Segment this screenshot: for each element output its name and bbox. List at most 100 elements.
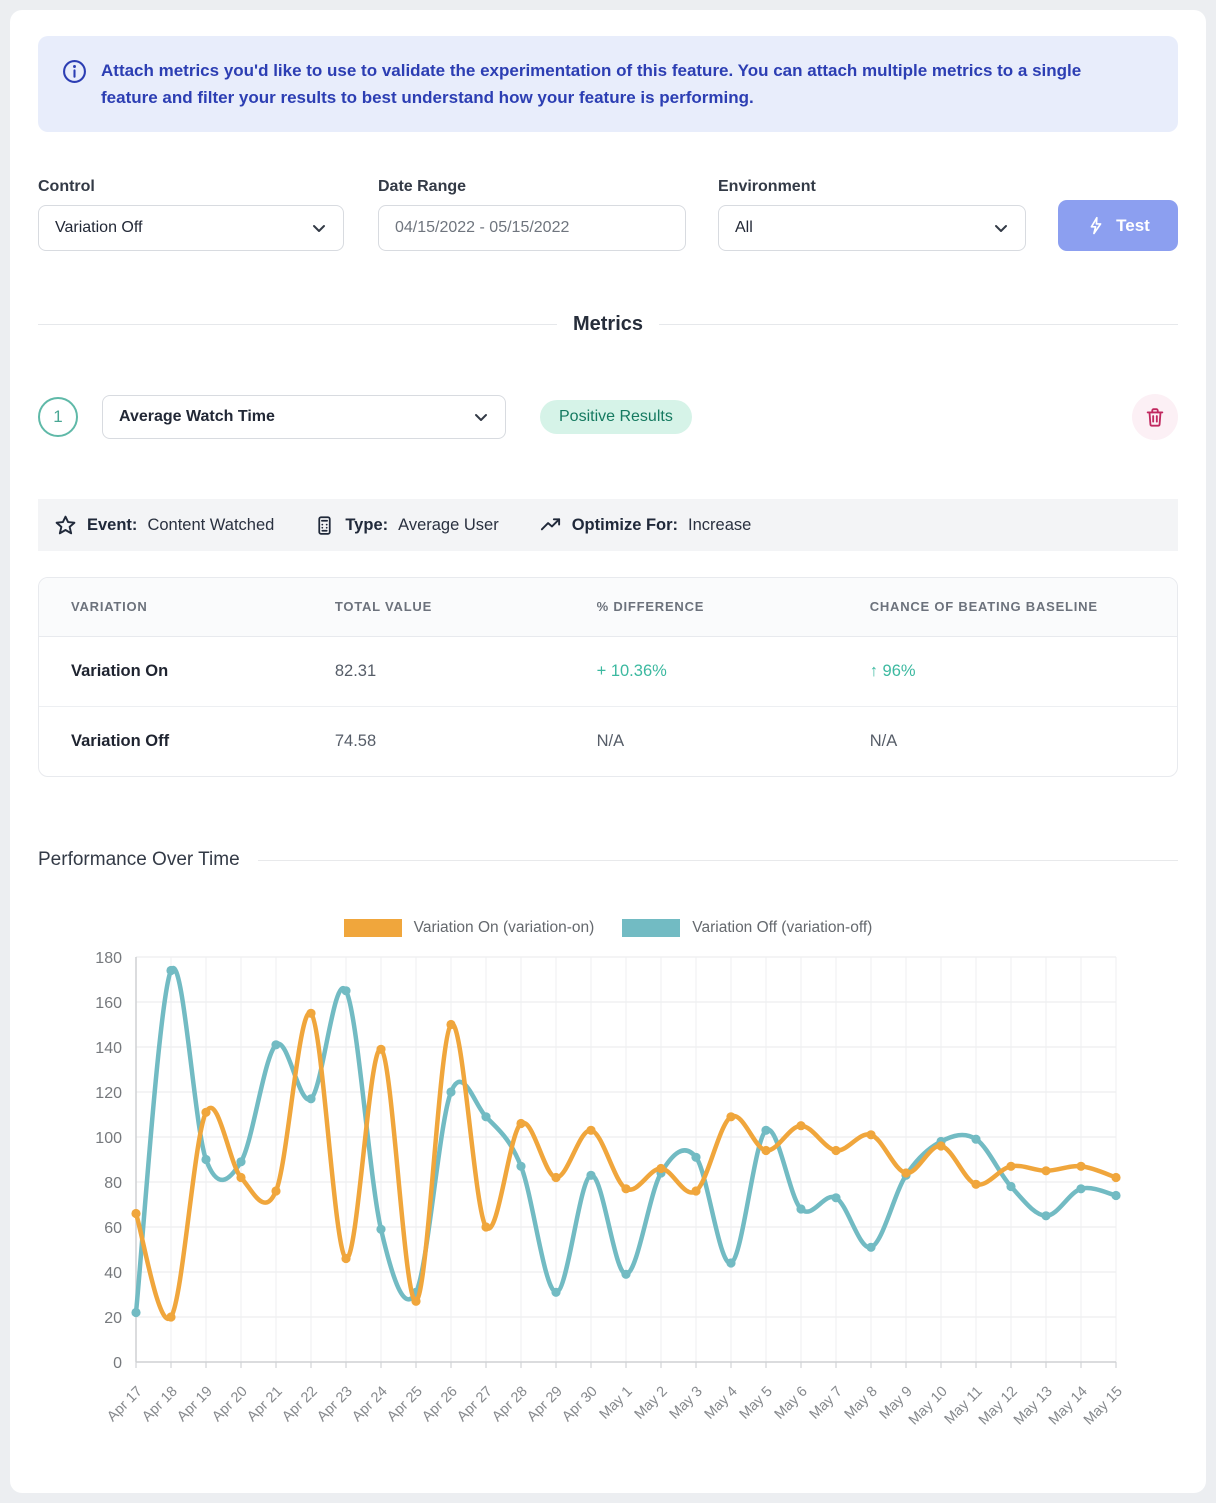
metric-select[interactable]: Average Watch Time	[102, 395, 506, 439]
trash-icon	[1144, 406, 1166, 428]
table-row: Variation Off 74.58 N/A N/A	[39, 706, 1177, 776]
svg-text:May 4: May 4	[702, 1384, 741, 1423]
variation-results-table: VARIATION TOTAL VALUE % DIFFERENCE CHANC…	[38, 577, 1178, 777]
svg-text:Apr 25: Apr 25	[384, 1384, 426, 1426]
col-total-value: TOTAL VALUE	[335, 578, 597, 636]
control-select[interactable]: Variation Off	[38, 205, 344, 251]
divider-line	[659, 324, 1178, 325]
svg-text:May 10: May 10	[906, 1384, 951, 1429]
event-value: Content Watched	[147, 516, 274, 535]
trending-up-icon	[539, 514, 562, 537]
total-value: 74.58	[335, 706, 597, 776]
type-label: Type:	[345, 516, 388, 535]
chance-value: N/A	[870, 706, 1177, 776]
svg-text:120: 120	[95, 1085, 122, 1102]
type-detail: Type: Average User	[314, 515, 498, 536]
variation-name: Variation Off	[39, 706, 335, 776]
star-icon	[54, 514, 77, 537]
svg-text:May 3: May 3	[667, 1384, 706, 1423]
optimize-value: Increase	[688, 516, 751, 535]
svg-text:May 2: May 2	[632, 1384, 671, 1423]
svg-text:160: 160	[95, 995, 122, 1012]
svg-text:May 15: May 15	[1081, 1384, 1126, 1429]
svg-text:Apr 19: Apr 19	[174, 1384, 216, 1426]
metric-selected-value: Average Watch Time	[119, 408, 275, 426]
optimize-detail: Optimize For: Increase	[539, 514, 752, 537]
info-icon	[62, 59, 87, 84]
legend-swatch-teal	[622, 919, 680, 937]
svg-text:60: 60	[104, 1220, 122, 1237]
svg-text:0: 0	[113, 1355, 122, 1372]
table-header-row: VARIATION TOTAL VALUE % DIFFERENCE CHANC…	[39, 578, 1177, 636]
svg-text:180: 180	[95, 950, 122, 967]
divider-line	[38, 324, 557, 325]
svg-text:Apr 24: Apr 24	[349, 1384, 391, 1426]
legend-swatch-orange	[344, 919, 402, 937]
environment-selected-value: All	[735, 219, 753, 237]
svg-text:May 7: May 7	[807, 1384, 846, 1423]
environment-select[interactable]: All	[718, 205, 1026, 251]
svg-text:Apr 28: Apr 28	[489, 1384, 531, 1426]
difference-value: N/A	[597, 706, 870, 776]
svg-text:May 5: May 5	[737, 1384, 776, 1423]
svg-text:Apr 29: Apr 29	[524, 1384, 566, 1426]
test-button[interactable]: Test	[1058, 200, 1178, 251]
svg-text:Apr 26: Apr 26	[419, 1384, 461, 1426]
svg-text:40: 40	[104, 1265, 122, 1282]
feature-metrics-panel: Attach metrics you'd like to use to vali…	[10, 10, 1206, 1493]
legend-item-variation-on: Variation On (variation-on)	[344, 919, 595, 937]
date-range-value: 04/15/2022 - 05/15/2022	[395, 219, 569, 237]
svg-text:20: 20	[104, 1310, 122, 1327]
svg-text:140: 140	[95, 1040, 122, 1057]
svg-text:May 6: May 6	[772, 1384, 811, 1423]
performance-title: Performance Over Time	[38, 849, 240, 871]
performance-chart: 020406080100120140160180Apr 17Apr 18Apr …	[38, 943, 1178, 1453]
table-row: Variation On 82.31 + 10.36% ↑ 96%	[39, 636, 1177, 706]
optimize-label: Optimize For:	[572, 516, 678, 535]
metric-index-badge: 1	[38, 397, 78, 437]
control-selected-value: Variation Off	[55, 219, 142, 237]
metric-details-strip: Event: Content Watched Type: Average Use…	[38, 499, 1178, 551]
date-range-label: Date Range	[378, 178, 686, 196]
control-label: Control	[38, 178, 344, 196]
info-banner: Attach metrics you'd like to use to vali…	[38, 36, 1178, 132]
difference-value: + 10.36%	[597, 636, 870, 706]
svg-text:May 8: May 8	[842, 1384, 881, 1423]
col-difference: % DIFFERENCE	[597, 578, 870, 636]
svg-text:80: 80	[104, 1175, 122, 1192]
col-variation: VARIATION	[39, 578, 335, 636]
date-range-input[interactable]: 04/15/2022 - 05/15/2022	[378, 205, 686, 251]
positive-results-badge: Positive Results	[540, 400, 692, 434]
svg-text:Apr 18: Apr 18	[139, 1384, 181, 1426]
svg-text:May 1: May 1	[597, 1384, 636, 1423]
metrics-section-title: Metrics	[573, 313, 643, 336]
legend-label: Variation Off (variation-off)	[692, 919, 872, 937]
metric-row: 1 Average Watch Time Positive Results	[38, 394, 1178, 440]
environment-label: Environment	[718, 178, 1026, 196]
svg-text:Apr 21: Apr 21	[244, 1384, 286, 1426]
performance-section-header: Performance Over Time	[38, 849, 1178, 871]
filters-row: Control Variation Off Date Range 04/15/2…	[38, 178, 1178, 251]
svg-text:100: 100	[95, 1130, 122, 1147]
col-chance: CHANCE OF BEATING BASELINE	[870, 578, 1177, 636]
chevron-down-icon	[473, 409, 489, 425]
svg-text:Apr 17: Apr 17	[104, 1384, 146, 1426]
info-banner-text: Attach metrics you'd like to use to vali…	[101, 57, 1131, 111]
chance-value: ↑ 96%	[870, 636, 1177, 706]
divider-line	[258, 860, 1178, 861]
svg-text:Apr 22: Apr 22	[279, 1384, 321, 1426]
test-button-label: Test	[1116, 216, 1150, 236]
type-value: Average User	[398, 516, 499, 535]
svg-text:Apr 30: Apr 30	[559, 1384, 601, 1426]
line-chart-svg: 020406080100120140160180Apr 17Apr 18Apr …	[38, 943, 1178, 1448]
calculator-icon	[314, 515, 335, 536]
event-label: Event:	[87, 516, 137, 535]
lightning-icon	[1086, 216, 1106, 236]
chevron-down-icon	[993, 220, 1009, 236]
chevron-down-icon	[311, 220, 327, 236]
variation-name: Variation On	[39, 636, 335, 706]
svg-text:Apr 27: Apr 27	[454, 1384, 496, 1426]
svg-text:Apr 23: Apr 23	[314, 1384, 356, 1426]
delete-metric-button[interactable]	[1132, 394, 1178, 440]
event-detail: Event: Content Watched	[54, 514, 274, 537]
